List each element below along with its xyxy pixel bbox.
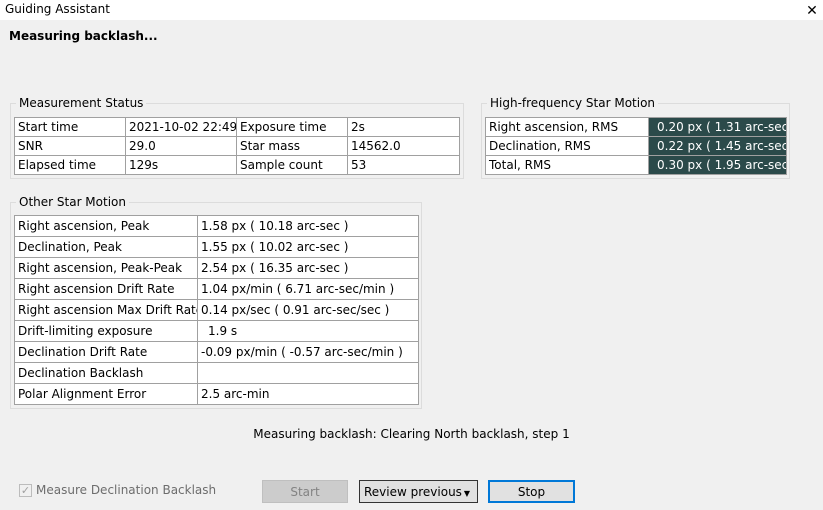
- value-polar-alignment-error: 2.5 arc-min: [197, 383, 419, 405]
- label-exposure-time: Exposure time: [236, 117, 348, 137]
- measurement-status-legend: Measurement Status: [16, 96, 147, 110]
- label-polar-alignment-error: Polar Alignment Error: [14, 383, 198, 405]
- table-row: Declination Backlash: [14, 362, 419, 384]
- table-row: Right ascension, Peak 1.58 px ( 10.18 ar…: [14, 215, 419, 237]
- value-sample-count: 53: [347, 155, 460, 175]
- label-ra-peak: Right ascension, Peak: [14, 215, 198, 237]
- table-row: Start time 2021-10-02 22:49:57 Exposure …: [14, 117, 460, 137]
- label-dec-backlash: Declination Backlash: [14, 362, 198, 384]
- value-snr: 29.0: [125, 136, 237, 156]
- measure-backlash-checkbox[interactable]: ✓: [19, 483, 32, 497]
- other-motion-table: Right ascension, Peak 1.58 px ( 10.18 ar…: [14, 215, 419, 405]
- other-motion-legend: Other Star Motion: [16, 195, 129, 209]
- progress-message: Measuring backlash: Clearing North backl…: [253, 427, 570, 441]
- table-row: Declination, Peak 1.55 px ( 10.02 arc-se…: [14, 236, 419, 258]
- table-row: Right ascension Drift Rate 1.04 px/min (…: [14, 278, 419, 300]
- value-ra-max-drift-rate: 0.14 px/sec ( 0.91 arc-sec/sec ): [197, 299, 419, 321]
- label-total-rms: Total, RMS: [485, 155, 649, 175]
- close-icon[interactable]: ✕: [801, 0, 823, 21]
- stop-button[interactable]: Stop: [488, 480, 575, 503]
- label-dec-rms: Declination, RMS: [485, 136, 649, 156]
- value-dec-backlash: [197, 362, 419, 384]
- window-title: Guiding Assistant: [5, 2, 110, 16]
- value-exposure-time: 2s: [347, 117, 460, 137]
- title-bar: Guiding Assistant ✕: [0, 0, 823, 21]
- label-dec-peak: Declination, Peak: [14, 236, 198, 258]
- table-row: Total, RMS 0.30 px ( 1.95 arc-sec ): [485, 155, 787, 175]
- value-elapsed-time: 129s: [125, 155, 237, 175]
- table-row: Right ascension Max Drift Rate 0.14 px/s…: [14, 299, 419, 321]
- value-start-time: 2021-10-02 22:49:57: [125, 117, 237, 137]
- table-row: Elapsed time 129s Sample count 53: [14, 155, 460, 175]
- table-row: SNR 29.0 Star mass 14562.0: [14, 136, 460, 156]
- label-ra-max-drift-rate: Right ascension Max Drift Rate: [14, 299, 198, 321]
- chevron-down-icon: ▼: [463, 489, 470, 498]
- high-frequency-table: Right ascension, RMS 0.20 px ( 1.31 arc-…: [485, 117, 787, 175]
- table-row: Declination Drift Rate -0.09 px/min ( -0…: [14, 341, 419, 363]
- value-total-rms: 0.30 px ( 1.95 arc-sec ): [648, 155, 787, 175]
- measure-backlash-label: Measure Declination Backlash: [36, 483, 217, 497]
- table-row: Right ascension, RMS 0.20 px ( 1.31 arc-…: [485, 117, 787, 137]
- label-ra-rms: Right ascension, RMS: [485, 117, 649, 137]
- value-dec-rms: 0.22 px ( 1.45 arc-sec ): [648, 136, 787, 156]
- label-ra-drift-rate: Right ascension Drift Rate: [14, 278, 198, 300]
- value-dec-peak: 1.55 px ( 10.02 arc-sec ): [197, 236, 419, 258]
- status-heading: Measuring backlash...: [9, 29, 158, 43]
- label-star-mass: Star mass: [236, 136, 348, 156]
- value-ra-peak: 1.58 px ( 10.18 arc-sec ): [197, 215, 419, 237]
- table-row: Declination, RMS 0.22 px ( 1.45 arc-sec …: [485, 136, 787, 156]
- value-dec-drift-rate: -0.09 px/min ( -0.57 arc-sec/min ): [197, 341, 419, 363]
- checkmark-icon: ✓: [20, 483, 31, 497]
- review-previous-button[interactable]: Review previous ▼: [359, 480, 478, 503]
- value-drift-limiting-exposure: 1.9 s: [197, 320, 419, 342]
- value-ra-drift-rate: 1.04 px/min ( 6.71 arc-sec/min ): [197, 278, 419, 300]
- table-row: Right ascension, Peak-Peak 2.54 px ( 16.…: [14, 257, 419, 279]
- label-start-time: Start time: [14, 117, 126, 137]
- label-ra-peak-peak: Right ascension, Peak-Peak: [14, 257, 198, 279]
- high-frequency-legend: High-frequency Star Motion: [487, 96, 659, 110]
- label-dec-drift-rate: Declination Drift Rate: [14, 341, 198, 363]
- label-drift-limiting-exposure: Drift-limiting exposure: [14, 320, 198, 342]
- start-button[interactable]: Start: [262, 480, 348, 503]
- measurement-status-table: Start time 2021-10-02 22:49:57 Exposure …: [14, 117, 460, 175]
- review-previous-label: Review previous: [364, 484, 462, 499]
- value-star-mass: 14562.0: [347, 136, 460, 156]
- label-snr: SNR: [14, 136, 126, 156]
- table-row: Drift-limiting exposure 1.9 s: [14, 320, 419, 342]
- value-ra-peak-peak: 2.54 px ( 16.35 arc-sec ): [197, 257, 419, 279]
- label-sample-count: Sample count: [236, 155, 348, 175]
- value-ra-rms: 0.20 px ( 1.31 arc-sec ): [648, 117, 787, 137]
- label-elapsed-time: Elapsed time: [14, 155, 126, 175]
- measure-backlash-checkbox-row[interactable]: ✓ Measure Declination Backlash: [19, 483, 216, 497]
- table-row: Polar Alignment Error 2.5 arc-min: [14, 383, 419, 405]
